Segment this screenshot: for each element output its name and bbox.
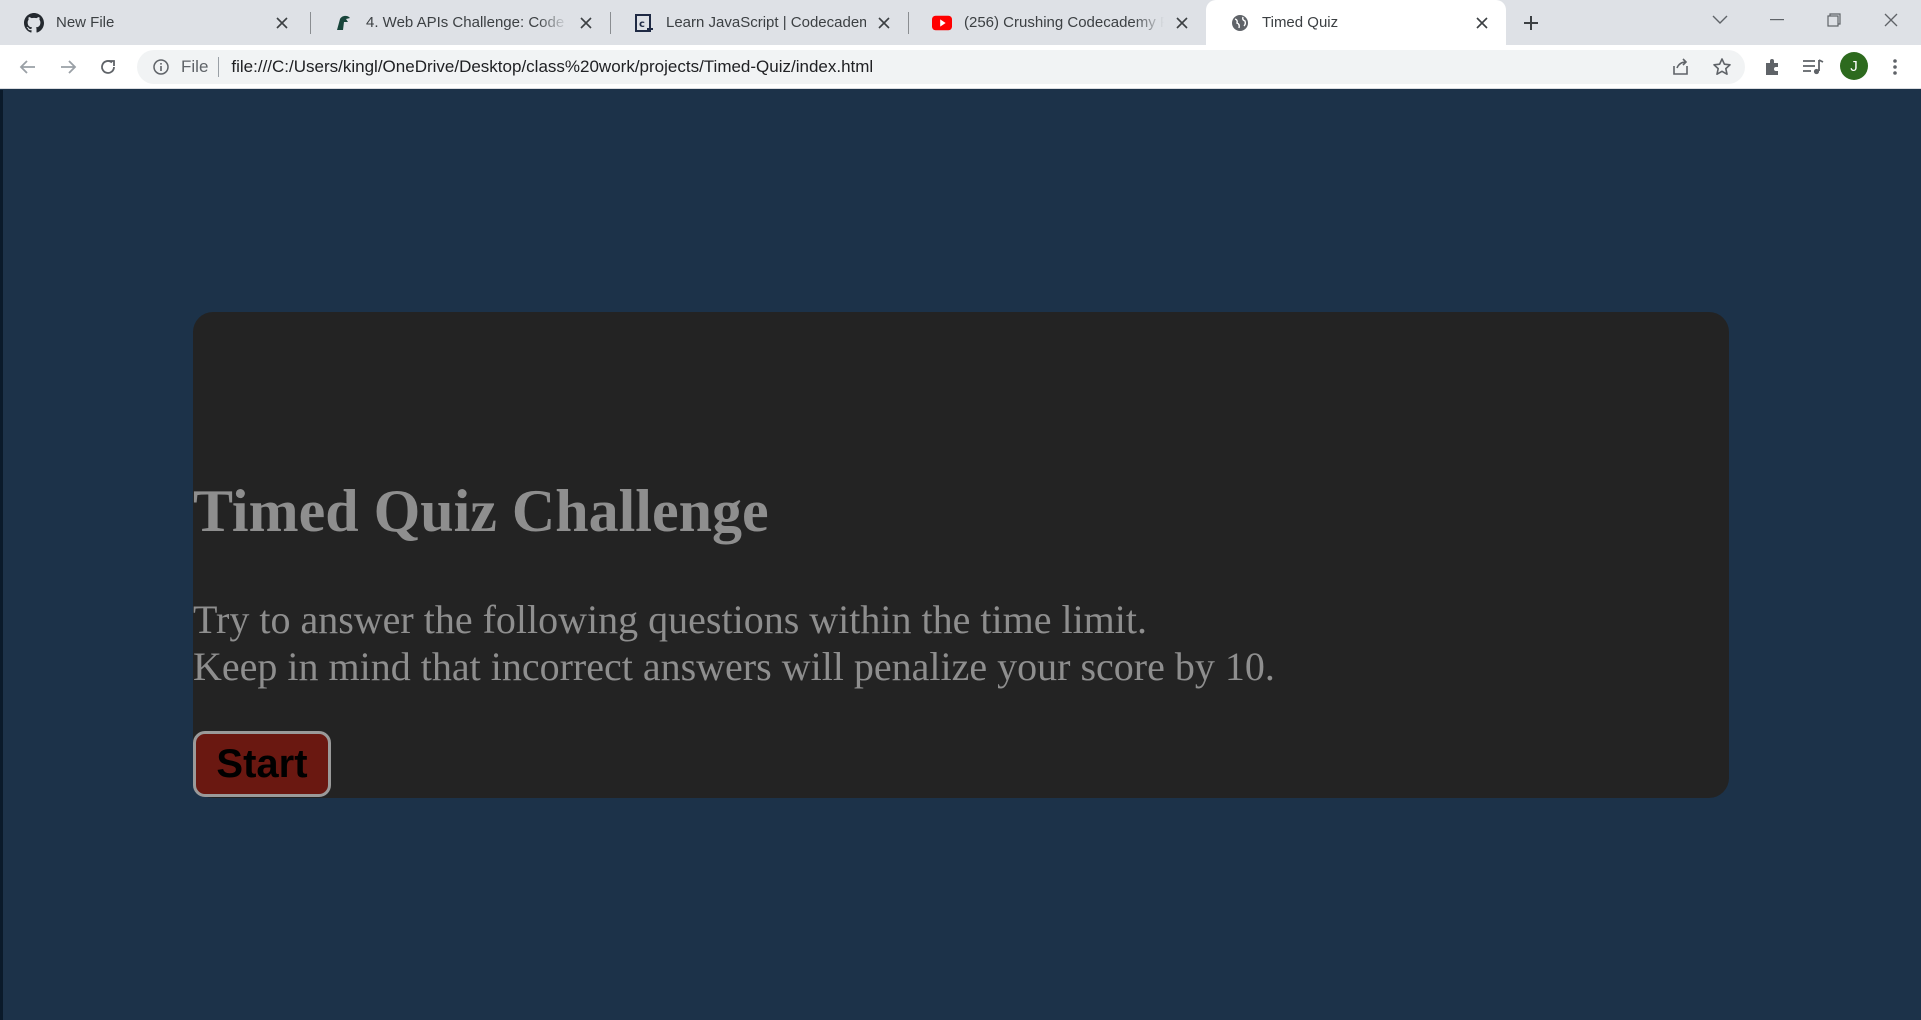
description-line: Try to answer the following questions wi… (193, 597, 1148, 642)
minimize-button[interactable] (1749, 0, 1805, 40)
close-icon (1884, 13, 1898, 27)
tab-search-button[interactable] (1692, 0, 1748, 40)
more-vertical-icon (1893, 59, 1897, 75)
address-bar[interactable]: File file:///C:/Users/kingl/OneDrive/Des… (137, 50, 1745, 84)
restore-button[interactable] (1806, 0, 1862, 40)
forward-button[interactable] (52, 51, 84, 83)
info-icon[interactable] (151, 57, 171, 77)
reload-icon (101, 60, 115, 74)
svg-text:c: c (639, 19, 645, 30)
tab-strip: New File 4. Web APIs Challenge: Code Qui… (0, 0, 1921, 45)
close-icon[interactable] (1472, 13, 1492, 33)
chevron-down-icon (1712, 15, 1728, 24)
puzzle-icon (1766, 59, 1778, 75)
close-window-button[interactable] (1863, 0, 1919, 40)
arrow-left-icon (19, 60, 35, 74)
tab-web-apis-challenge[interactable]: 4. Web APIs Challenge: Code Quiz (310, 0, 610, 45)
tab-title: 4. Web APIs Challenge: Code Quiz (366, 14, 568, 31)
quiz-description: Try to answer the following questions wi… (193, 596, 1275, 690)
arrow-right-icon (61, 60, 77, 74)
window-edge (0, 90, 3, 1020)
spartan-helmet-icon (334, 13, 354, 33)
tab-learn-javascript[interactable]: c Learn JavaScript | Codecademy (610, 0, 908, 45)
scheme-label: File (181, 57, 209, 76)
share-icon[interactable] (1666, 56, 1696, 78)
profile-avatar[interactable]: J (1840, 52, 1868, 80)
close-icon[interactable] (1172, 13, 1192, 33)
playlist-music-icon (1803, 59, 1824, 75)
tab-new-file[interactable]: New File (0, 0, 306, 45)
github-icon (24, 12, 44, 33)
media-controls-button[interactable] (1797, 51, 1829, 83)
globe-icon (1230, 13, 1250, 33)
tab-youtube-video[interactable]: (256) Crushing Codecademy PRO (908, 0, 1206, 45)
browser-menu-button[interactable] (1879, 51, 1911, 83)
browser-toolbar: File file:///C:/Users/kingl/OneDrive/Des… (0, 45, 1921, 89)
extensions-button[interactable] (1757, 51, 1789, 83)
page-title: Timed Quiz Challenge (193, 478, 769, 544)
quiz-card (193, 312, 1729, 798)
reload-button[interactable] (92, 51, 124, 83)
new-tab-button[interactable] (1516, 8, 1546, 38)
close-icon[interactable] (576, 13, 596, 33)
tab-title: New File (56, 14, 115, 31)
close-icon[interactable] (874, 13, 894, 33)
tab-timed-quiz[interactable]: Timed Quiz (1206, 0, 1506, 45)
minimize-icon (1770, 19, 1784, 21)
url-text[interactable]: file:///C:/Users/kingl/OneDrive/Desktop/… (231, 57, 873, 77)
start-button[interactable]: Start (193, 731, 331, 797)
tab-title: Learn JavaScript | Codecademy (666, 14, 866, 31)
star-icon[interactable] (1707, 56, 1737, 78)
tab-title: Timed Quiz (1262, 14, 1339, 31)
codecademy-icon: c (634, 13, 654, 33)
address-divider (218, 57, 220, 77)
back-button[interactable] (12, 51, 44, 83)
plus-icon (1524, 16, 1538, 30)
close-icon[interactable] (272, 13, 292, 33)
restore-icon (1827, 13, 1841, 27)
youtube-icon (932, 13, 952, 33)
description-line: Keep in mind that incorrect answers will… (193, 644, 1275, 689)
tab-title: (256) Crushing Codecademy PRO (964, 14, 1164, 31)
